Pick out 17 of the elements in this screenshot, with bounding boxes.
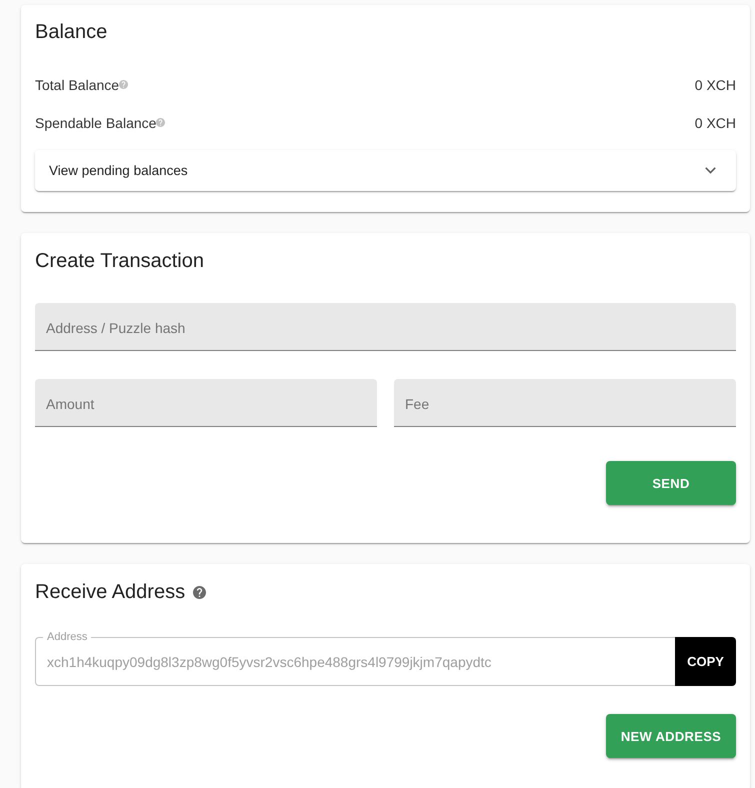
copy-button[interactable]: COPY xyxy=(675,637,736,686)
address-value: xch1h4kuqpy09dg8l3zp8wg0f5yvsr2vsc6hpe488grs4l9799jkjm7qapydtc xyxy=(47,653,492,671)
fee-input[interactable]: Fee xyxy=(394,379,736,427)
balance-value: 0 XCH xyxy=(694,77,736,93)
card-title: Balance xyxy=(35,20,108,45)
address-input[interactable]: Address / Puzzle hash xyxy=(35,303,736,351)
pending-balances-toggle[interactable]: View pending balances xyxy=(35,150,736,191)
card-title: Create Transaction xyxy=(35,249,204,274)
amount-input[interactable]: Amount xyxy=(35,379,377,427)
balance-label: Total Balance xyxy=(35,77,120,93)
send-button[interactable]: SEND xyxy=(606,461,736,505)
balance-value: 0 XCH xyxy=(694,115,736,131)
field-label: Address xyxy=(46,631,88,643)
new-address-button[interactable]: NEW ADDRESS xyxy=(606,714,736,758)
balance-label: Spendable Balance xyxy=(35,115,156,131)
help-icon[interactable] xyxy=(193,586,206,598)
card-title: Receive Address xyxy=(35,580,186,605)
